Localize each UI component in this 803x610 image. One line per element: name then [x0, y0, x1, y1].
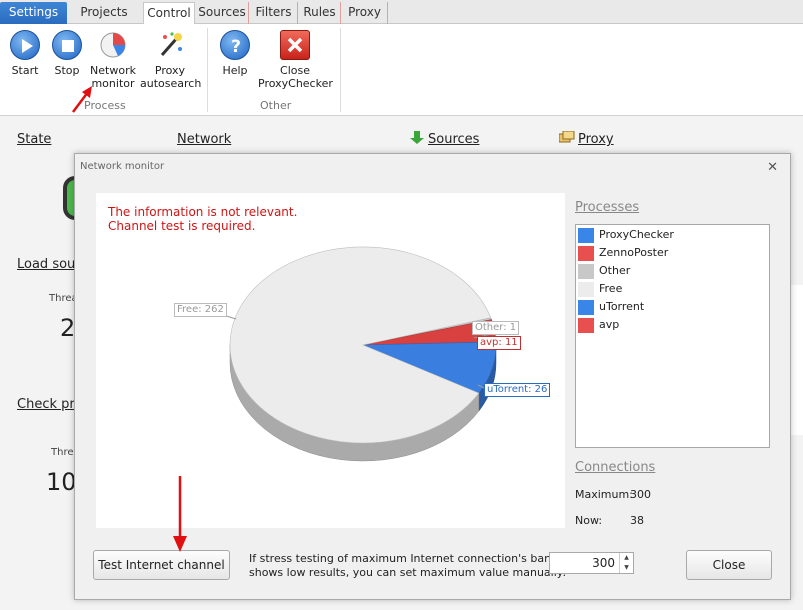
ribbon-separator — [207, 28, 208, 112]
annotation-arrow — [72, 86, 92, 113]
threads-value-1: 2 — [60, 314, 76, 342]
start-label: Start — [11, 64, 39, 77]
stop-label: Stop — [54, 64, 80, 77]
bandwidth-note: If stress testing of maximum Internet co… — [249, 552, 588, 580]
slice-label-free: Free: 262 — [174, 303, 227, 317]
legend-swatch — [578, 300, 594, 315]
dialog-title: Network monitor — [80, 161, 165, 172]
processes-legend: ProxyChecker ZennoPoster Other Free uTorrent… — [575, 224, 770, 448]
proxy-autosearch-label-1: Proxy — [154, 64, 186, 77]
ribbon-tab-bar: Settings Projects Control Sources Filter… — [0, 0, 803, 25]
help-button[interactable]: ? Help — [218, 30, 252, 77]
close-button[interactable]: Close — [686, 550, 772, 580]
legend-label: avp — [599, 318, 620, 331]
tab-filters[interactable]: Filters — [250, 2, 298, 24]
magic-wand-icon — [155, 30, 185, 60]
network-heading: Network — [177, 132, 232, 147]
bandwidth-note-line-1: If stress testing of maximum Internet co… — [249, 552, 589, 565]
legend-label: ProxyChecker — [599, 228, 674, 241]
proxy-autosearch-button[interactable]: Proxy autosearch — [140, 30, 202, 90]
now-label: Now: — [575, 514, 603, 527]
slice-label-utorrent: uTorrent: 26 — [484, 383, 551, 397]
svg-text:?: ? — [231, 37, 241, 57]
legend-label: Free — [599, 282, 623, 295]
network-monitor-button[interactable]: Network monitor — [88, 30, 138, 90]
spinner-arrows[interactable]: ▲ ▼ — [619, 553, 633, 573]
pie-chart-icon — [98, 30, 128, 60]
legend-swatch — [578, 228, 594, 243]
stop-icon — [52, 30, 82, 60]
ribbon-panel: Start Stop Network monitor Proxy autosea… — [0, 24, 803, 116]
legend-swatch — [578, 246, 594, 261]
tab-sources[interactable]: Sources — [196, 2, 249, 24]
bandwidth-note-line-2: shows low results, you can set maximum v… — [249, 566, 567, 579]
pie-chart — [203, 246, 501, 462]
network-monitor-label-1: Network — [90, 64, 136, 77]
help-icon: ? — [220, 30, 250, 60]
background-grid-edge — [790, 285, 803, 435]
start-button[interactable]: Start — [8, 30, 42, 77]
spinner-value[interactable]: 300 — [592, 556, 615, 570]
proxy-heading: Proxy — [578, 132, 614, 147]
threads-value-2: 10 — [46, 468, 77, 496]
legend-swatch — [578, 264, 594, 279]
close-proxychecker-button[interactable]: Close ProxyChecker — [258, 30, 333, 90]
annotation-arrow — [173, 476, 187, 552]
state-heading: State — [17, 132, 52, 147]
close-label-1: Close — [280, 64, 310, 77]
slice-label-avp: avp: 11 — [477, 336, 521, 350]
legend-label: uTorrent — [599, 300, 645, 313]
check-proxy-heading: Check pr — [17, 397, 75, 412]
tab-projects[interactable]: Projects — [70, 2, 138, 24]
download-icon — [410, 131, 424, 145]
play-icon — [10, 30, 40, 60]
slice-label-other: Other: 1 — [472, 321, 520, 335]
test-internet-channel-button[interactable]: Test Internet channel — [93, 550, 230, 580]
tab-control[interactable]: Control — [143, 2, 195, 25]
close-label-2: ProxyChecker — [258, 77, 333, 90]
tab-settings[interactable]: Settings — [0, 2, 67, 24]
tab-proxy[interactable]: Proxy — [342, 2, 388, 24]
close-icon — [280, 30, 310, 60]
chart-area: The information is not relevant. Channel… — [96, 193, 565, 528]
maximum-label: Maximum: — [575, 488, 633, 501]
legend-swatch — [578, 318, 594, 333]
max-connections-spinner[interactable]: 300 ▲ ▼ — [549, 552, 634, 574]
tab-rules[interactable]: Rules — [299, 2, 341, 24]
sources-heading: Sources — [428, 132, 480, 147]
ribbon-separator — [340, 28, 341, 112]
legend-label: Other — [599, 264, 631, 277]
proxy-icon — [558, 130, 575, 145]
now-value: 38 — [630, 514, 644, 527]
load-sources-heading: Load sou — [17, 257, 76, 272]
group-other-label: Other — [260, 99, 292, 112]
maximum-value: 300 — [630, 488, 651, 501]
proxy-autosearch-label-2: autosearch — [140, 77, 202, 90]
connections-title: Connections — [575, 460, 656, 475]
dialog-close-icon[interactable]: ✕ — [767, 160, 778, 175]
threads-label-2: Thre — [51, 447, 74, 458]
help-label: Help — [222, 64, 248, 77]
legend-label: ZennoPoster — [599, 246, 669, 259]
legend-swatch — [578, 282, 594, 297]
processes-title: Processes — [575, 200, 640, 215]
stop-button[interactable]: Stop — [50, 30, 84, 77]
